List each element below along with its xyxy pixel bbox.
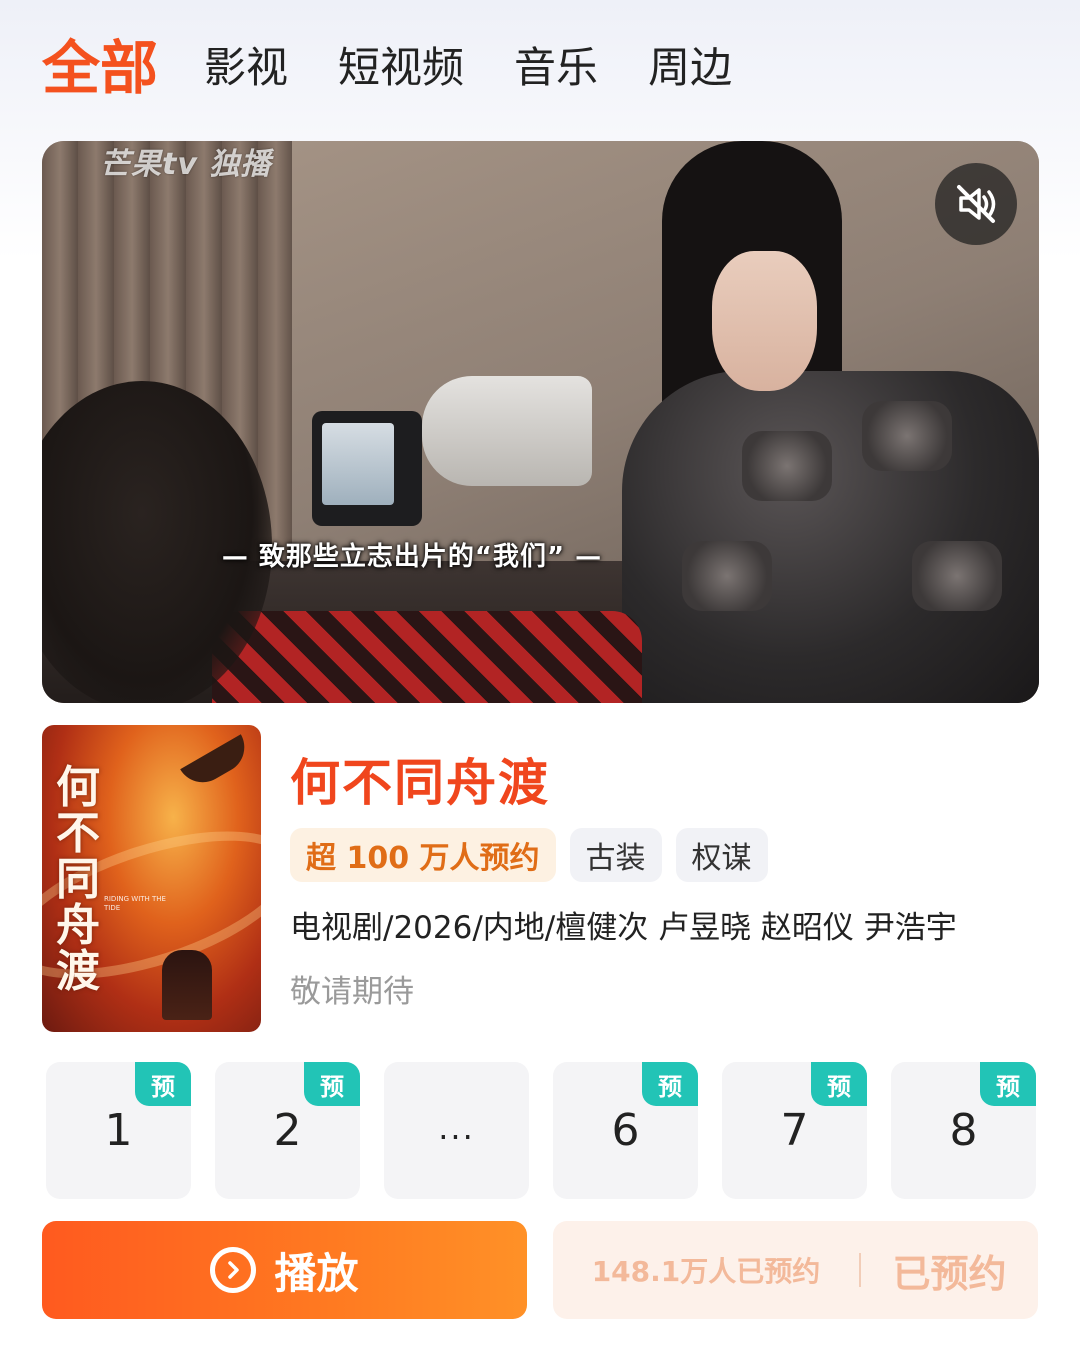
tag-reservations: 超 100 万人预约 bbox=[290, 828, 556, 882]
poster-title: 何不同舟渡 bbox=[56, 762, 100, 997]
tab-film-tv[interactable]: 影视 bbox=[204, 47, 288, 89]
episode-item[interactable]: 6 预 bbox=[553, 1062, 698, 1199]
video-player[interactable]: 芒果tv 独播 — 致那些立志出片的“我们” — bbox=[42, 141, 1039, 703]
tab-merch[interactable]: 周边 bbox=[648, 47, 732, 89]
episode-list: 1 预 2 预 ... 6 预 7 预 8 预 bbox=[46, 1062, 1036, 1199]
episode-item[interactable]: 7 预 bbox=[722, 1062, 867, 1199]
episode-number: 7 bbox=[780, 1105, 809, 1156]
play-button[interactable]: 播放 bbox=[42, 1221, 527, 1319]
episode-number: 6 bbox=[611, 1105, 640, 1156]
preview-badge: 预 bbox=[135, 1062, 191, 1106]
play-button-label: 播放 bbox=[274, 1248, 359, 1298]
show-tags: 超 100 万人预约 古装 权谋 bbox=[290, 828, 782, 882]
episode-more[interactable]: ... bbox=[384, 1062, 529, 1199]
episode-item[interactable]: 2 预 bbox=[215, 1062, 360, 1199]
poster-subtitle: RIDING WITH THE TIDE bbox=[104, 895, 166, 912]
tab-music[interactable]: 音乐 bbox=[514, 47, 598, 89]
video-subtitle: — 致那些立志出片的“我们” — bbox=[221, 542, 603, 572]
episode-number: 8 bbox=[949, 1105, 978, 1156]
show-meta: 电视剧/2026/内地/檀健次 卢昱晓 赵昭仪 尹浩宇 bbox=[290, 910, 957, 946]
reserve-count: 148.1万人已预约 bbox=[591, 1255, 821, 1288]
show-poster[interactable]: 何不同舟渡 RIDING WITH THE TIDE bbox=[42, 725, 261, 1032]
episode-number: 2 bbox=[273, 1105, 302, 1156]
preview-badge: 预 bbox=[980, 1062, 1036, 1106]
episode-item[interactable]: 1 预 bbox=[46, 1062, 191, 1199]
episode-item[interactable]: 8 预 bbox=[891, 1062, 1036, 1199]
preview-badge: 预 bbox=[642, 1062, 698, 1106]
reserve-button[interactable]: 148.1万人已预约 已预约 bbox=[553, 1221, 1038, 1319]
play-circle-icon bbox=[210, 1247, 257, 1293]
show-title[interactable]: 何不同舟渡 bbox=[290, 743, 550, 815]
tag-genre-costume[interactable]: 古装 bbox=[569, 828, 662, 882]
video-scene-photographer-shirt bbox=[212, 611, 642, 703]
tab-short-video[interactable]: 短视频 bbox=[338, 47, 464, 89]
video-scene-lens bbox=[422, 376, 592, 486]
volume-muted-icon bbox=[957, 185, 996, 223]
video-scene-camera bbox=[312, 411, 422, 526]
episode-more-label: ... bbox=[438, 1108, 475, 1147]
video-watermark: 芒果tv 独播 bbox=[100, 147, 272, 182]
show-status: 敬请期待 bbox=[290, 974, 414, 1010]
episode-number: 1 bbox=[104, 1105, 133, 1156]
tab-all[interactable]: 全部 bbox=[42, 39, 158, 97]
mute-button[interactable] bbox=[935, 163, 1017, 245]
preview-badge: 预 bbox=[811, 1062, 867, 1106]
preview-badge: 预 bbox=[304, 1062, 360, 1106]
category-tabs: 全部 影视 短视频 音乐 周边 bbox=[42, 28, 782, 108]
reserve-status-label: 已预约 bbox=[892, 1251, 1007, 1296]
tag-genre-intrigue[interactable]: 权谋 bbox=[675, 828, 768, 882]
